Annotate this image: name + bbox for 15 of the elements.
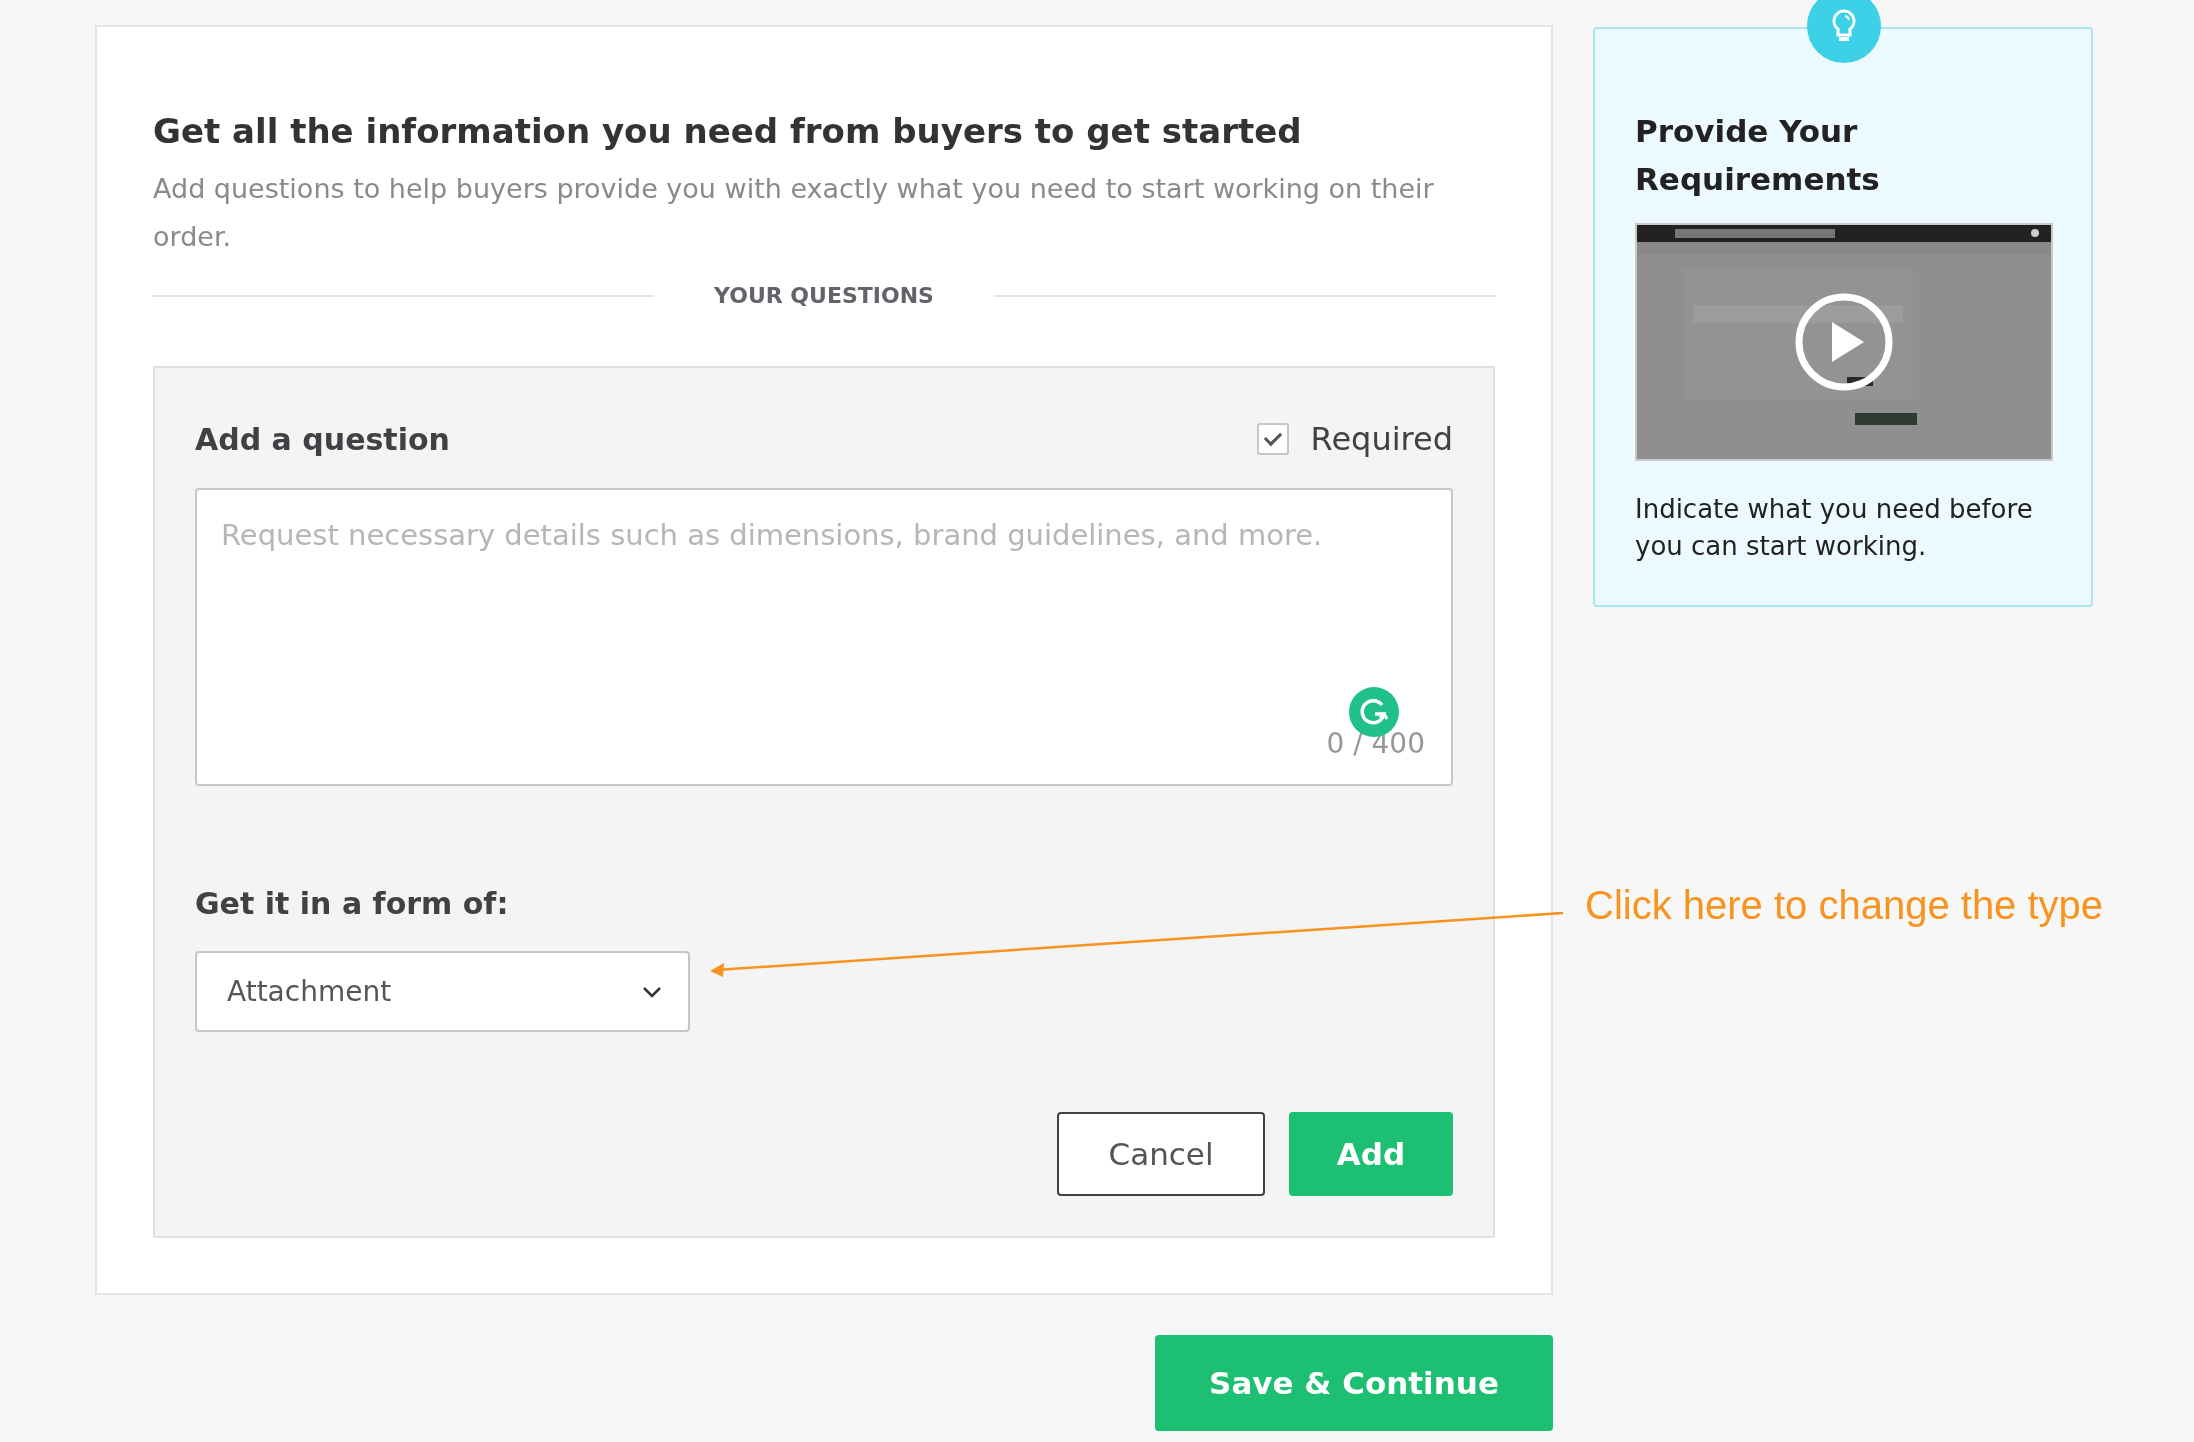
lightbulb-icon <box>1807 0 1881 63</box>
tip-heading: Provide Your Requirements <box>1635 112 1881 199</box>
description-text: Add questions to help buyers provide you with exactly what you need to start working on their order. <box>153 172 1435 254</box>
caret-icon <box>642 985 662 998</box>
play-icon[interactable] <box>1794 292 1894 392</box>
question-heading: Add a question <box>195 421 450 457</box>
page-heading: Get all the information you need from buyers to get started <box>153 111 1303 151</box>
field-label: Get it in a form of: <box>195 886 510 921</box>
tip-text: Indicate what you need before you can start working. <box>1635 493 2034 563</box>
annotation-text: Click here to change the type <box>1585 883 2104 928</box>
required-label: Required <box>1310 420 1453 458</box>
required-checkbox[interactable] <box>1256 423 1289 455</box>
section-label: YOUR QUESTIONS <box>714 283 934 308</box>
type-dropdown[interactable]: Attachment <box>195 951 690 1032</box>
cancel-button[interactable]: Cancel <box>1057 1112 1265 1196</box>
